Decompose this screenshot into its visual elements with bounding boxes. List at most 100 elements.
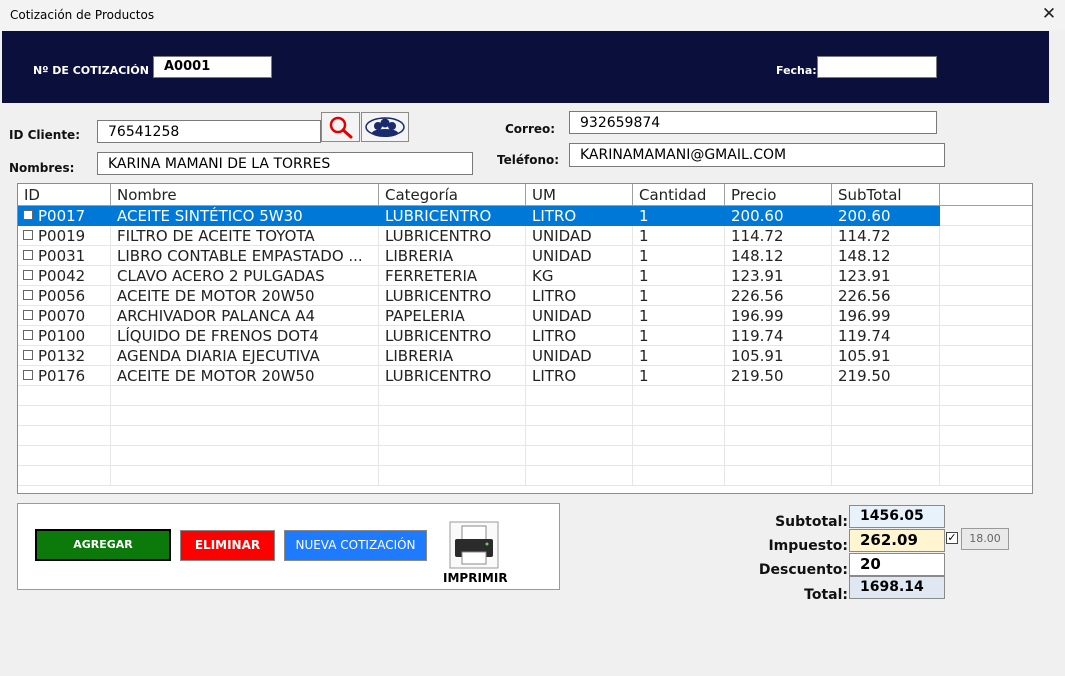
print-button[interactable] [449, 521, 499, 569]
cell-nombre [111, 426, 379, 446]
cell-nombre [111, 386, 379, 406]
cell-subtotal: 196.99 [832, 306, 940, 326]
table-row[interactable]: P0132 AGENDA DIARIA EJECUTIVA LIBRERIA UNID… [18, 346, 1032, 366]
cell-cantidad: 1 [633, 226, 725, 246]
window-title: Cotización de Productos [10, 8, 155, 22]
cell-subtotal: 219.50 [832, 366, 940, 386]
cell-text-nombre: FILTRO DE ACEITE TOYOTA [117, 227, 315, 245]
column-header-id[interactable]: ID [18, 184, 111, 206]
subtotal-field[interactable]: 1456.05 [849, 505, 945, 528]
cell-precio [725, 386, 832, 406]
row-checkbox[interactable] [23, 270, 33, 280]
discount-field[interactable]: 20 [849, 553, 945, 576]
cell-um: LITRO [526, 286, 633, 306]
cell-id [18, 446, 111, 466]
cell-filler [940, 406, 1032, 426]
cell-text-precio: 226.56 [731, 287, 784, 305]
total-field[interactable]: 1698.14 [849, 576, 945, 599]
row-checkbox[interactable] [23, 230, 33, 240]
client-id-field[interactable]: 76541258 [97, 120, 321, 143]
row-checkbox[interactable] [23, 310, 33, 320]
cell-filler [940, 466, 1032, 486]
cell-text-id: P0019 [38, 227, 86, 245]
cell-id: P0070 [18, 306, 111, 326]
cell-text-categoria: LUBRICENTRO [385, 227, 492, 245]
cell-subtotal: 148.12 [832, 246, 940, 266]
clients-list-button[interactable] [361, 112, 409, 142]
column-header-precio[interactable]: Precio [725, 184, 832, 206]
table-row[interactable]: P0042 CLAVO ACERO 2 PULGADAS FERRETERIA KG 1… [18, 266, 1032, 286]
cell-um: KG [526, 266, 633, 286]
column-header-nombre[interactable]: Nombre [111, 184, 379, 206]
row-checkbox[interactable] [23, 290, 33, 300]
cell-categoria: LIBRERIA [379, 346, 526, 366]
cell-precio: 200.60 [725, 206, 832, 226]
cell-nombre: CLAVO ACERO 2 PULGADAS [111, 266, 379, 286]
row-checkbox[interactable] [23, 250, 33, 260]
cell-filler [940, 366, 1032, 386]
close-icon[interactable]: ✕ [1040, 5, 1058, 23]
table-row [18, 466, 1032, 486]
row-checkbox[interactable] [23, 350, 33, 360]
client-names-field[interactable]: KARINA MAMANI DE LA TORRES [97, 152, 473, 175]
table-row[interactable]: P0019 FILTRO DE ACEITE TOYOTA LUBRICENTRO U… [18, 226, 1032, 246]
column-header-categoria[interactable]: Categoría [379, 184, 526, 206]
new-quote-button[interactable]: NUEVA COTIZACIÓN [284, 530, 427, 561]
cell-precio: 219.50 [725, 366, 832, 386]
cell-id [18, 386, 111, 406]
table-row [18, 426, 1032, 446]
cell-um: UNIDAD [526, 346, 633, 366]
row-checkbox[interactable] [23, 370, 33, 380]
column-header-um[interactable]: UM [526, 184, 633, 206]
table-row[interactable]: P0100 LÍQUIDO DE FRENOS DOT4 LUBRICENTRO LI… [18, 326, 1032, 346]
search-client-button[interactable] [321, 112, 360, 142]
cell-text-nombre: ACEITE DE MOTOR 20W50 [117, 367, 315, 385]
cell-text-cantidad: 1 [639, 307, 649, 325]
row-checkbox[interactable] [23, 210, 33, 220]
cell-precio: 114.72 [725, 226, 832, 246]
cell-text-um: UNIDAD [532, 347, 592, 365]
cell-subtotal: 200.60 [832, 206, 940, 226]
email-field[interactable]: 932659874 [569, 111, 937, 134]
cell-text-precio: 123.91 [731, 267, 784, 285]
cell-filler [940, 226, 1032, 246]
cell-text-um: LITRO [532, 367, 577, 385]
cell-precio: 226.56 [725, 286, 832, 306]
cell-cantidad: 1 [633, 326, 725, 346]
table-row[interactable]: P0056 ACEITE DE MOTOR 20W50 LUBRICENTRO LIT… [18, 286, 1032, 306]
column-header-subtotal[interactable]: SubTotal [832, 184, 940, 206]
cell-text-subtotal: 219.50 [838, 367, 891, 385]
table-row[interactable]: P0070 ARCHIVADOR PALANCA A4 PAPELERIA UNIDA… [18, 306, 1032, 326]
cell-categoria: LUBRICENTRO [379, 326, 526, 346]
quote-number-field[interactable]: A0001 [153, 56, 272, 78]
cell-nombre: ACEITE DE MOTOR 20W50 [111, 286, 379, 306]
cell-precio: 105.91 [725, 346, 832, 366]
discount-label: Descuento: [758, 562, 848, 578]
cell-text-um: LITRO [532, 287, 577, 305]
tax-label: Impuesto: [768, 538, 848, 554]
table-row[interactable]: P0017 ACEITE SINTÉTICO 5W30 LUBRICENTRO LIT… [18, 206, 1032, 226]
cell-categoria [379, 446, 526, 466]
table-row[interactable]: P0031 LIBRO CONTABLE EMPASTADO ... LIBRERI… [18, 246, 1032, 266]
products-table[interactable]: ID Nombre Categoría UM Cantidad Precio S… [17, 183, 1033, 494]
column-header-cantidad[interactable]: Cantidad [633, 184, 725, 206]
tax-rate-field[interactable]: 18.00 [961, 528, 1009, 550]
delete-button[interactable]: ELIMINAR [180, 530, 275, 561]
date-field[interactable] [817, 56, 937, 78]
cell-text-nombre: LÍQUIDO DE FRENOS DOT4 [117, 327, 319, 345]
cell-text-id: P0017 [38, 207, 86, 225]
add-product-button[interactable]: AGREGAR PRODUCTO [35, 529, 171, 579]
phone-field[interactable]: KARINAMAMANI@GMAIL.COM [569, 143, 945, 167]
cell-subtotal [832, 406, 940, 426]
cell-id: P0031 [18, 246, 111, 266]
tax-field[interactable]: 262.09 [849, 529, 945, 552]
cell-text-cantidad: 1 [639, 247, 649, 265]
cell-text-cantidad: 1 [639, 207, 649, 225]
cell-precio [725, 406, 832, 426]
tax-checkbox[interactable]: ✓ [946, 532, 958, 544]
cell-text-id: P0176 [38, 367, 86, 385]
email-label: Correo: [505, 122, 556, 136]
row-checkbox[interactable] [23, 330, 33, 340]
cell-subtotal [832, 446, 940, 466]
table-row[interactable]: P0176 ACEITE DE MOTOR 20W50 LUBRICENTRO LIT… [18, 366, 1032, 386]
